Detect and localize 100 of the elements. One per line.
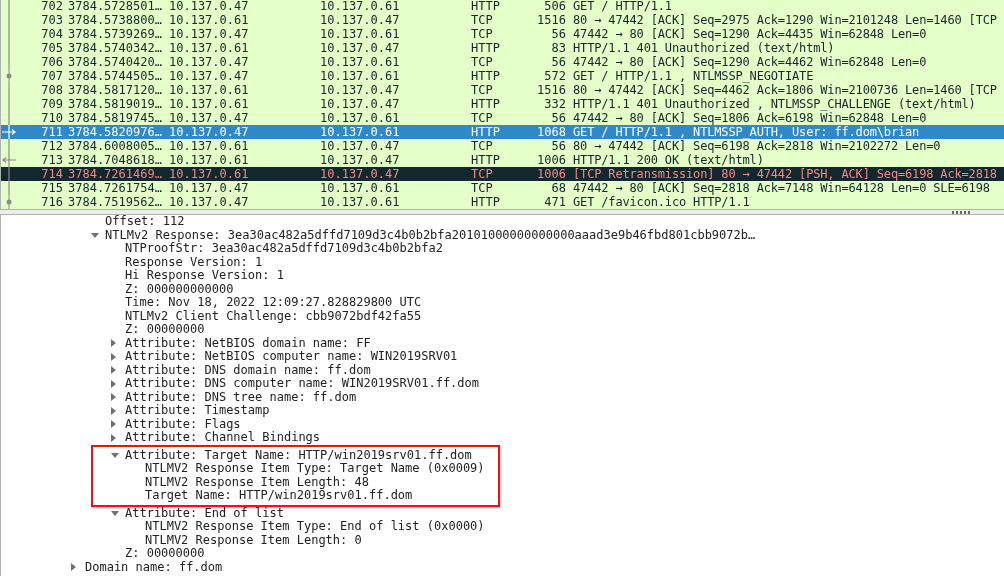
table-cell-text: 10.137.0.61 [320, 0, 401, 13]
collapse-arrow-icon[interactable] [111, 510, 119, 516]
expand-arrow-icon[interactable] [111, 406, 116, 415]
table-cell: 47442 → 80 [ACK] Seq=1806 Ack=6198 Win=62848 Len=0 [573, 111, 927, 125]
expand-arrow-icon[interactable] [111, 433, 116, 442]
expand-arrow-icon[interactable] [111, 352, 116, 361]
tree-item[interactable]: Hi Response Version: 1 [125, 269, 284, 283]
table-cell: 47442 → 80 [ACK] Seq=2818 Ack=7148 Win=64128 Len=0 SLE=6198 [573, 181, 990, 195]
table-cell-text: 3784.5819745… [68, 111, 163, 125]
table-cell-text: 10.137.0.47 [320, 167, 401, 181]
table-cell-text: 10.137.0.47 [320, 139, 401, 153]
table-cell-text: HTTP [471, 97, 501, 111]
tree-item[interactable]: Attribute: DNS tree name: ff.dom [125, 390, 357, 404]
table-cell-text: 10.137.0.47 [169, 55, 250, 69]
packet-row[interactable]: 712 3784.6008005… 10.137.0.61 10.137.0.47 TCP 56 80 → 47442 [ACK] Seq=6198 Ack=2818 Win=2102272 Len=0 [1, 139, 1004, 153]
table-cell-text: 3784.7261469… [68, 167, 163, 181]
table-cell-text: 705 [40, 41, 63, 55]
table-cell-text: 10.137.0.47 [320, 83, 401, 97]
table-cell-text: 10.137.0.47 [320, 41, 401, 55]
collapse-arrow-icon[interactable] [111, 452, 119, 458]
table-cell-text: 1516 [536, 13, 566, 27]
table-cell-text: 10.137.0.61 [169, 139, 250, 153]
expand-arrow-icon[interactable] [111, 393, 116, 402]
table-cell-text: TCP [471, 55, 494, 69]
tree-item[interactable]: Domain name: ff.dom [85, 560, 223, 574]
tree-item[interactable]: Z: 000000000000 [125, 282, 234, 296]
table-cell-text: 10.137.0.61 [320, 27, 401, 41]
table-cell-text: 706 [40, 55, 63, 69]
expand-arrow-icon[interactable] [111, 339, 116, 348]
table-cell-text: HTTP [471, 41, 501, 55]
table-cell-text: 83 [550, 41, 566, 55]
table-cell-text: 3784.7261754… [68, 181, 163, 195]
table-cell-text: 10.137.0.61 [169, 97, 250, 111]
packet-row[interactable]: 713 3784.7048618… 10.137.0.61 10.137.0.47 HTTP 1006 HTTP/1.1 200 OK (text/html) [1, 153, 1004, 167]
table-cell: HTTP/1.1 401 Unauthorized (text/html) [573, 41, 835, 55]
table-cell-text: 708 [40, 83, 63, 97]
tree-item[interactable]: Time: Nov 18, 2022 12:09:27.828829800 UTC [125, 296, 422, 310]
tree-item[interactable]: Target Name: HTTP/win2019srv01.ff.dom [145, 489, 413, 503]
splitter-handle-icon[interactable] [952, 210, 970, 214]
packet-row[interactable]: 716 3784.7519562… 10.137.0.47 10.137.0.61 HTTP 471 GET /favicon.ico HTTP/1.1 [1, 195, 1004, 209]
expand-arrow-icon[interactable] [111, 366, 116, 375]
tree-item[interactable]: Attribute: Target Name: HTTP/win2019srv01.ff.dom [125, 448, 472, 462]
tree-item[interactable]: NTLMv2 Response: 3ea30ac482a5dffd7109d3c4b0b2bfa20101000000000000aaad3e9b46fbd801cbb9072b… [105, 228, 756, 242]
tree-item[interactable]: NTLMV2 Response Item Length: 0 [145, 533, 362, 547]
tree-item[interactable]: Z: 00000000 [125, 547, 205, 561]
table-cell-text: 10.137.0.47 [320, 97, 401, 111]
table-cell-text: 10.137.0.61 [320, 181, 401, 195]
table-cell-text: 3784.5739269… [68, 27, 163, 41]
packet-row[interactable]: 715 3784.7261754… 10.137.0.47 10.137.0.61 TCP 68 47442 → 80 [ACK] Seq=2818 Ack=7148 Win=64128 Len=0 SLE=6198 [1, 181, 1004, 195]
table-cell-text: 3784.5738800… [68, 13, 163, 27]
tree-item[interactable]: Attribute: DNS domain name: ff.dom [125, 363, 371, 377]
table-cell-text: 332 [543, 97, 566, 111]
expand-arrow-icon[interactable] [111, 420, 116, 429]
packet-row[interactable]: 707 3784.5744505… 10.137.0.47 10.137.0.61 HTTP 572 GET / HTTP/1.1 , NTLMSSP_NEGOTIATE [1, 69, 1004, 83]
packet-row[interactable]: 710 3784.5819745… 10.137.0.47 10.137.0.61 TCP 56 47442 → 80 [ACK] Seq=1806 Ack=6198 Win=62848 Len=0 [1, 111, 1004, 125]
table-cell: HTTP/1.1 200 OK (text/html) [573, 153, 764, 167]
tree-item[interactable]: Z: 00000000 [125, 323, 205, 337]
packet-row[interactable]: 714 3784.7261469… 10.137.0.61 10.137.0.47 TCP 1006 [TCP Retransmission] 80 → 47442 [PSH, ACK] Seq=6198 Ack=2818 [1, 167, 1004, 181]
packet-row[interactable]: 711 3784.5820976… 10.137.0.47 10.137.0.61 HTTP 1068 GET / HTTP/1.1 , NTLMSSP_AUTH, User: ff.dom\brian [1, 125, 1004, 139]
tree-item[interactable]: NTProofStr: 3ea30ac482a5dffd7109d3c4b0b2bfa2 [125, 242, 443, 256]
tree-item[interactable]: Attribute: NetBIOS computer name: WIN2019SRV01 [125, 350, 458, 364]
table-cell-text: TCP [471, 13, 494, 27]
table-cell-text: 10.137.0.61 [169, 167, 250, 181]
expand-arrow-icon[interactable] [111, 379, 116, 388]
table-cell-text: 56 [550, 55, 566, 69]
packet-row[interactable]: 704 3784.5739269… 10.137.0.47 10.137.0.61 TCP 56 47442 → 80 [ACK] Seq=1290 Ack=4435 Win=62848 Len=0 [1, 27, 1004, 41]
table-cell-text: 10.137.0.61 [169, 153, 250, 167]
packet-row[interactable]: 703 3784.5738800… 10.137.0.61 10.137.0.47 TCP 1516 80 → 47442 [ACK] Seq=2975 Ack=1290 Win=2101248 Len=1460 [TCP [1, 13, 1004, 27]
table-cell-text: HTTP [471, 69, 501, 83]
tree-item[interactable]: NTLMV2 Response Item Length: 48 [145, 475, 369, 489]
table-cell-text: 3784.5744505… [68, 69, 163, 83]
tree-item[interactable]: Attribute: DNS computer name: WIN2019SRV01.ff.dom [125, 377, 479, 391]
packet-row[interactable]: 706 3784.5740420… 10.137.0.47 10.137.0.61 TCP 56 47442 → 80 [ACK] Seq=1290 Ack=4462 Win=62848 Len=0 [1, 55, 1004, 69]
tree-item[interactable]: Response Version: 1 [125, 255, 263, 269]
tree-item[interactable]: Offset: 112 [105, 215, 185, 229]
tree-item[interactable]: Attribute: NetBIOS domain name: FF [125, 336, 371, 350]
packet-row[interactable]: 702 3784.5728501… 10.137.0.47 10.137.0.61 HTTP 506 GET / HTTP/1.1 [1, 0, 1004, 13]
tree-item[interactable]: Attribute: Timestamp [125, 404, 270, 418]
table-cell-text: 3784.5817120… [68, 83, 163, 97]
table-cell-text: 10.137.0.47 [169, 111, 250, 125]
tree-item[interactable]: Attribute: Flags [125, 417, 241, 431]
table-cell-text: 711 [40, 125, 63, 139]
packet-row[interactable]: 709 3784.5819019… 10.137.0.61 10.137.0.47 HTTP 332 HTTP/1.1 401 Unauthorized , NTLMSSP_CHALLENGE (text/html) [1, 97, 1004, 111]
table-cell-text: 3784.5740420… [68, 55, 163, 69]
expand-arrow-icon[interactable] [71, 563, 76, 572]
table-cell-text: 10.137.0.61 [169, 13, 250, 27]
tree-item[interactable]: Attribute: End of list [125, 506, 284, 520]
tree-item[interactable]: Attribute: Channel Bindings [125, 431, 321, 445]
collapse-arrow-icon[interactable] [91, 232, 99, 238]
tree-item[interactable]: NTLMV2 Response Item Type: End of list (0x0000) [145, 520, 485, 534]
table-cell-text: 56 [550, 139, 566, 153]
table-cell-text: 10.137.0.61 [320, 69, 401, 83]
table-cell-text: 56 [550, 111, 566, 125]
table-cell-text: 3784.7048618… [68, 153, 163, 167]
table-cell-text: 704 [40, 27, 63, 41]
tree-item[interactable]: NTLMv2 Client Challenge: cbb9072bdf42fa55 [125, 309, 422, 323]
packet-row[interactable]: 705 3784.5740342… 10.137.0.61 10.137.0.47 HTTP 83 HTTP/1.1 401 Unauthorized (text/html) [1, 41, 1004, 55]
table-cell-text: 707 [40, 69, 63, 83]
packet-row[interactable]: 708 3784.5817120… 10.137.0.61 10.137.0.47 TCP 1516 80 → 47442 [ACK] Seq=4462 Ack=1806 Win=2100736 Len=1460 [TCP [1, 83, 1004, 97]
tree-item[interactable]: NTLMV2 Response Item Type: Target Name (0x0009) [145, 462, 485, 476]
